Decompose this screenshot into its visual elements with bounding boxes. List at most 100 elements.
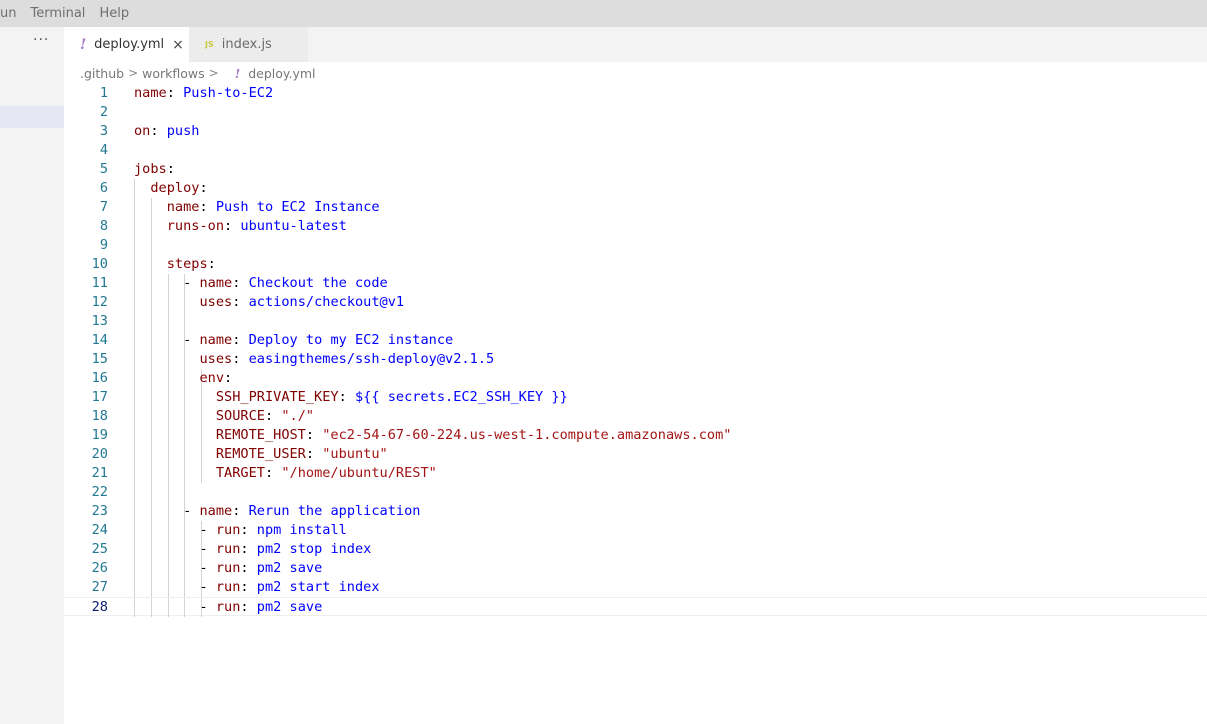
code-line[interactable]: 8 runs-on: ubuntu-latest [64,217,1207,236]
yaml-key: name [134,85,167,101]
code-text: deploy: [134,179,207,198]
close-icon[interactable]: × [172,37,184,53]
yaml-value: Push to EC2 Instance [215,199,380,215]
code-text: SOURCE: "./" [134,407,314,426]
code-line[interactable]: 24 - run: npm install [64,521,1207,540]
code-line[interactable]: 5 jobs: [64,160,1207,179]
code-text: REMOTE_USER: "ubuntu" [134,445,388,464]
code-line[interactable]: 9 [64,236,1207,255]
yaml-value: pm2 save [256,560,323,576]
breadcrumb-workflows[interactable]: workflows [142,66,205,81]
yaml-value: push [166,123,200,139]
line-number: 23 [91,503,108,519]
code-line[interactable]: 4 [64,141,1207,160]
yaml-key: env [199,370,225,386]
code-line[interactable]: 7 name: Push to EC2 Instance [64,198,1207,217]
yaml-value: Deploy to my EC2 instance [248,332,454,348]
code-line[interactable]: 16 env: [64,369,1207,388]
code-text: jobs: [134,160,175,179]
yaml-colon: : [232,275,249,291]
yaml-key: run [215,522,241,538]
code-line[interactable]: 12 uses: actions/checkout@v1 [64,293,1207,312]
line-number: 25 [91,541,108,557]
indent: - [134,503,200,519]
indent-guide [150,312,152,331]
code-line[interactable]: 22 [64,483,1207,502]
indent-guide [134,236,135,255]
indent: - [134,275,200,291]
yaml-key: on [134,123,151,139]
menu-run[interactable]: un [0,0,23,27]
indent: - [134,541,216,557]
yaml-key: deploy [150,180,200,196]
code-text: on: push [134,122,200,141]
code-text: name: Push to EC2 Instance [134,198,380,217]
code-line[interactable]: 21 TARGET: "/home/ubuntu/REST" [64,464,1207,483]
code-line[interactable]: 27 - run: pm2 start index [64,578,1207,597]
code-line[interactable]: 26 - run: pm2 save [64,559,1207,578]
menu-terminal[interactable]: Terminal [23,0,92,27]
code-line[interactable]: 13 [64,312,1207,331]
indent-guide [134,483,135,502]
code-line[interactable]: 3 on: push [64,122,1207,141]
code-line[interactable]: 10 steps: [64,255,1207,274]
line-number: 26 [91,560,108,576]
indent: - [134,579,216,595]
code-line[interactable]: 20 REMOTE_USER: "ubuntu" [64,445,1207,464]
indent-guide [134,312,135,331]
yaml-colon: : [207,256,216,272]
yaml-colon: : [338,389,355,405]
line-number: 21 [91,465,108,481]
code-line[interactable]: 1 name: Push-to-EC2 [64,84,1207,103]
yaml-colon: : [199,199,216,215]
tab-deploy-yml[interactable]: ! deploy.yml × [64,27,189,62]
yaml-key: TARGET [215,465,265,481]
yaml-colon: : [166,161,175,177]
yaml-colon: : [305,427,323,443]
code-line[interactable]: 28 - run: pm2 save [64,597,1207,617]
yaml-colon: : [166,85,184,101]
breadcrumb-file[interactable]: deploy.yml [248,66,315,81]
selected-explorer-item[interactable] [0,106,64,128]
yaml-value: "./" [281,408,315,424]
javascript-file-icon: JS [205,40,214,49]
line-number: 22 [91,484,108,500]
yaml-value: Push-to-EC2 [183,85,274,101]
code-line[interactable]: 19 REMOTE_HOST: "ec2-54-67-60-224.us-wes… [64,426,1207,445]
code-line[interactable]: 2 [64,103,1207,122]
line-number: 5 [99,161,108,177]
more-actions-icon[interactable]: ··· [33,32,49,48]
yaml-value: "ubuntu" [322,446,388,462]
code-line[interactable]: 15 uses: easingthemes/ssh-deploy@v2.1.5 [64,350,1207,369]
code-text: uses: actions/checkout@v1 [134,293,404,312]
chevron-right-icon: > [208,66,219,80]
line-number: 24 [91,522,108,538]
line-number: 27 [91,579,108,595]
line-number: 12 [91,294,108,310]
code-line[interactable]: 14 - name: Deploy to my EC2 instance [64,331,1207,350]
code-text: steps: [134,255,216,274]
tab-index-js[interactable]: JS index.js [189,27,308,62]
code-line[interactable]: 18 SOURCE: "./" [64,407,1207,426]
code-line[interactable]: 11 - name: Checkout the code [64,274,1207,293]
breadcrumb-github[interactable]: .github [80,66,124,81]
code-editor[interactable]: 1 name: Push-to-EC2 2 3 on: push 4 5 jobs: 6 dep… [64,84,1207,724]
line-number: 8 [99,218,108,234]
indent-guide [184,483,186,502]
code-text: - run: pm2 save [134,559,322,578]
yaml-value: "ec2-54-67-60-224.us-west-1.compute.amaz… [322,427,732,443]
yaml-key: name [199,275,233,291]
line-number: 7 [99,199,108,215]
code-text: - run: pm2 save [134,598,322,617]
code-line[interactable]: 23 - name: Rerun the application [64,502,1207,521]
yaml-value: ubuntu-latest [240,218,347,234]
yaml-key: SSH_PRIVATE_KEY [215,389,339,405]
code-line[interactable]: 6 deploy: [64,179,1207,198]
yaml-key: name [199,503,233,519]
code-text: - run: npm install [134,521,346,540]
code-text: env: [134,369,232,388]
code-line[interactable]: 25 - run: pm2 stop index [64,540,1207,559]
menu-help[interactable]: Help [92,0,136,27]
code-line[interactable]: 17 SSH_PRIVATE_KEY: ${{ secrets.EC2_SSH_… [64,388,1207,407]
